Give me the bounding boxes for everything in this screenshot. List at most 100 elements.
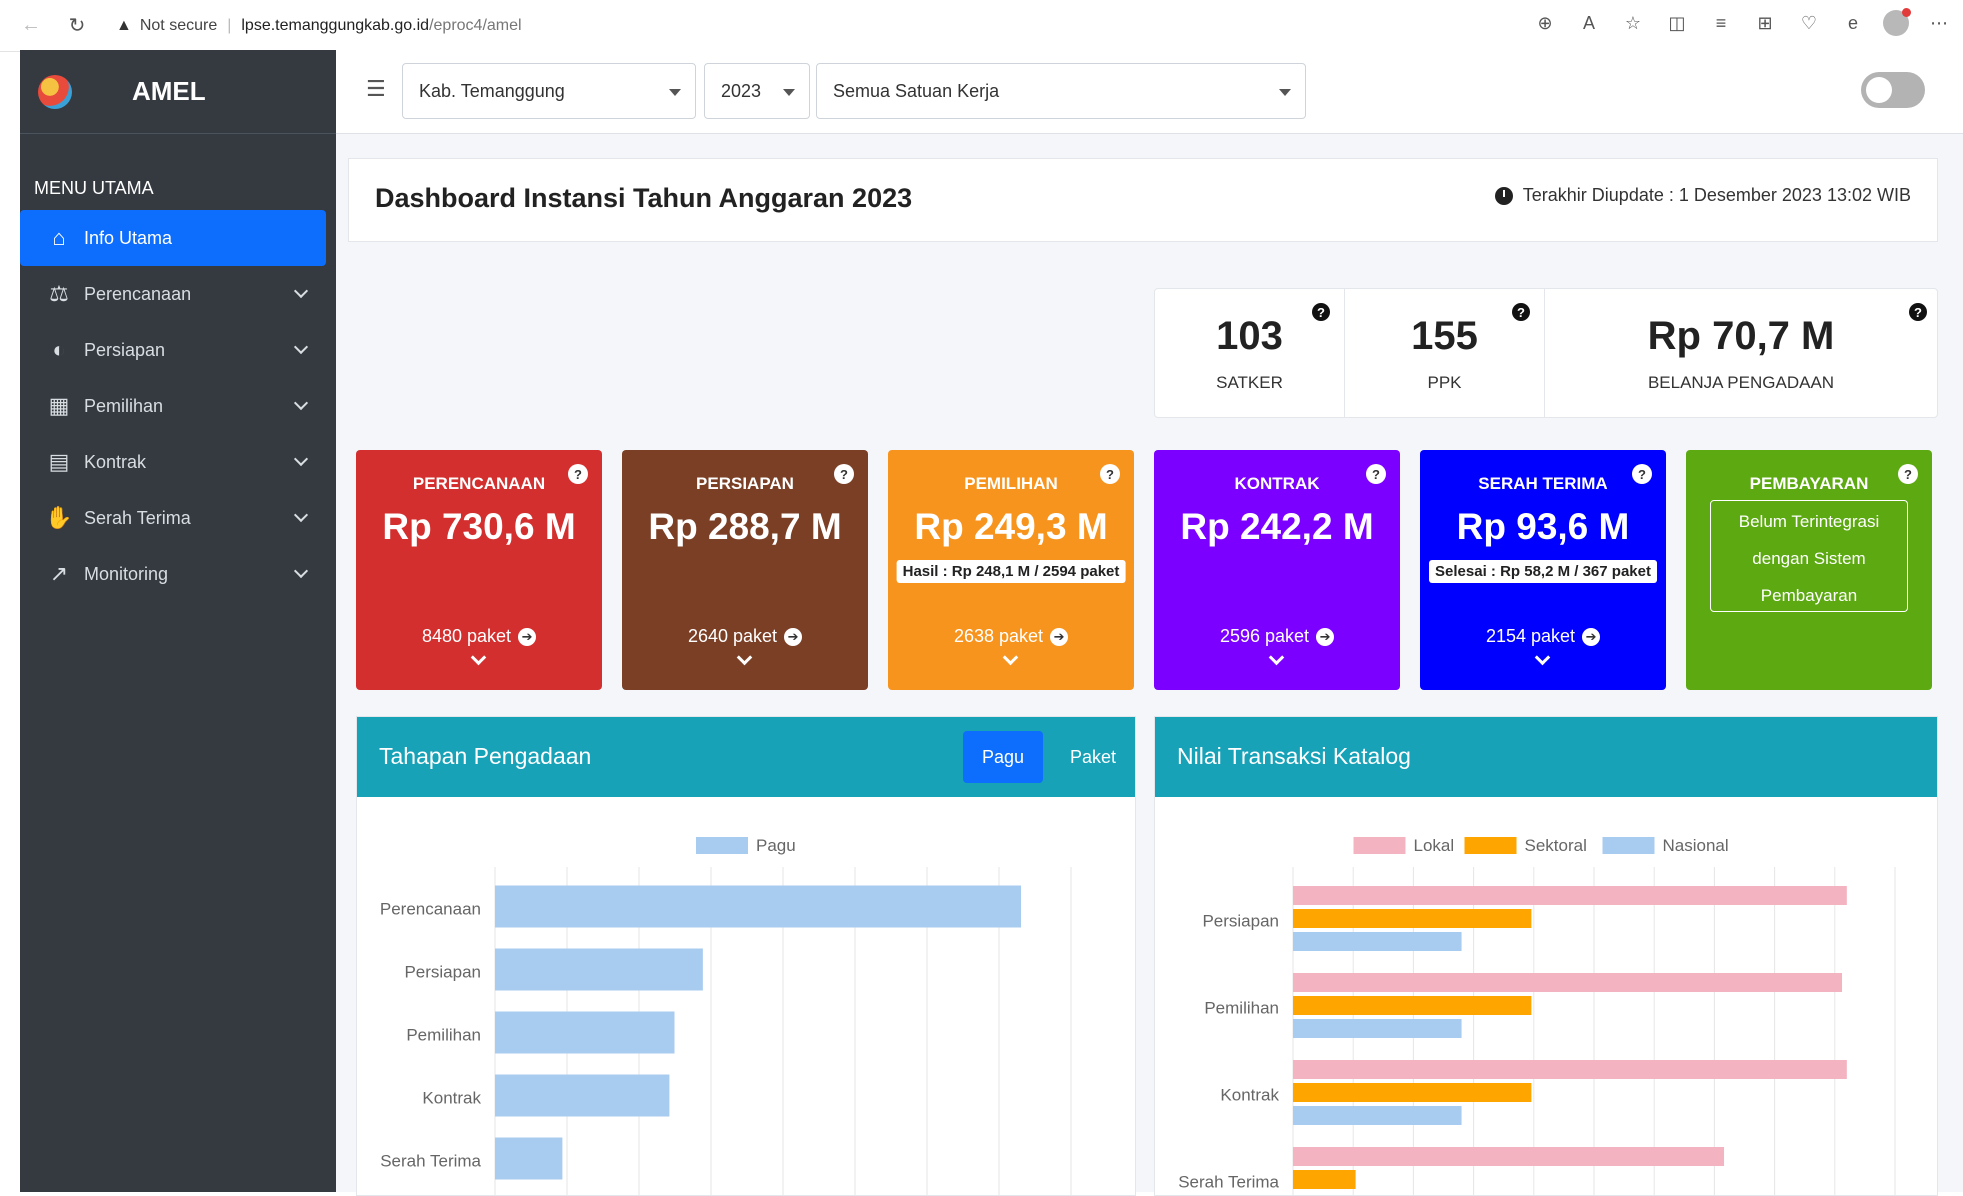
collections-icon[interactable]: ⊞ xyxy=(1751,9,1779,37)
tab-pagu[interactable]: Pagu xyxy=(963,731,1043,783)
favorites-list-icon[interactable]: ≡ xyxy=(1707,9,1735,37)
hamburger-menu-icon[interactable]: ☰ xyxy=(366,76,386,102)
profile-avatar[interactable] xyxy=(1883,8,1911,36)
pembayaran-status-line: dengan Sistem xyxy=(1752,549,1866,568)
chevron-down-icon[interactable] xyxy=(1002,649,1019,666)
help-icon[interactable]: ? xyxy=(1909,303,1927,321)
tahapan-pengadaan-panel: Tahapan Pengadaan Pagu Paket Pagu Perenca… xyxy=(356,716,1136,1196)
zoom-icon[interactable]: ⊕ xyxy=(1531,9,1559,37)
brand[interactable]: AMEL xyxy=(20,50,336,134)
stat-label: PPK xyxy=(1427,372,1462,392)
satker-select-value: Semua Satuan Kerja xyxy=(833,80,1000,101)
stage-paket-link[interactable]: 2154 paket ➔ xyxy=(1420,626,1666,647)
chevron-down-icon[interactable] xyxy=(470,649,487,666)
tahun-select[interactable]: 2023 xyxy=(704,63,810,119)
sidebar-item-kontrak[interactable]: ▤ Kontrak xyxy=(20,434,326,490)
url-host: lpse.temanggungkab.go.id xyxy=(241,16,430,34)
category-label: Pemilihan xyxy=(1204,999,1279,1018)
calendar-check-icon: ▦ xyxy=(48,393,70,418)
handshake-icon: ✋ xyxy=(45,505,73,530)
pembayaran-status-line: Pembayaran xyxy=(1760,586,1858,605)
instansi-select[interactable]: Kab. Temanggung xyxy=(402,63,696,119)
extensions-icon[interactable]: ♡ xyxy=(1795,9,1823,37)
pembayaran-status-box: Belum Terintegrasi dengan Sistem Pembaya… xyxy=(1710,500,1908,612)
tab-paket[interactable]: Paket xyxy=(1053,731,1133,783)
bar xyxy=(1293,996,1532,1015)
bar xyxy=(1293,973,1843,992)
stage-title: PEMILIHAN xyxy=(964,474,1058,493)
sidebar-item-serah-terima[interactable]: ✋ Serah Terima xyxy=(20,490,326,546)
sidebar-item-info-utama[interactable]: ⌂ Info Utama xyxy=(20,210,326,266)
sidebar: AMEL MENU UTAMA ⌂ Info Utama ⚖ Perencana… xyxy=(20,50,336,1192)
chevron-down-icon[interactable] xyxy=(1268,649,1285,666)
stage-paket-link[interactable]: 2638 paket ➔ xyxy=(888,626,1134,647)
stage-card-pembayaran: ? PEMBAYARAN Belum Terintegrasi dengan S… xyxy=(1686,450,1932,690)
stage-title: PERENCANAAN xyxy=(412,474,546,493)
legend-label: Pagu xyxy=(756,836,796,855)
stage-card-persiapan[interactable]: ? PERSIAPAN Rp 288,7 M 2640 paket ➔ xyxy=(622,450,868,690)
legend-swatch xyxy=(696,837,748,854)
stage-paket-link[interactable]: 8480 paket ➔ xyxy=(356,626,602,647)
sidebar-item-label: Serah Terima xyxy=(84,507,191,528)
bar xyxy=(495,1137,563,1180)
stage-card-pemilihan[interactable]: ? PEMILIHAN Rp 249,3 M Hasil : Rp 248,1 … xyxy=(888,450,1134,690)
stage-card-perencanaan[interactable]: ? PERENCANAAN Rp 730,6 M 8480 paket ➔ xyxy=(356,450,602,690)
bar xyxy=(495,885,1022,928)
filter-bar: ☰ Kab. Temanggung 2023 Semua Satuan Kerj… xyxy=(336,50,1963,134)
brand-name: AMEL xyxy=(132,76,206,106)
sidebar-item-monitoring[interactable]: ↗ Monitoring xyxy=(20,546,326,602)
help-icon[interactable]: ? xyxy=(1512,303,1530,321)
bar xyxy=(1293,1106,1462,1125)
warning-icon: ▲ xyxy=(116,16,132,34)
stage-title: SERAH TERIMA xyxy=(1478,474,1608,493)
satker-select[interactable]: Semua Satuan Kerja xyxy=(816,63,1306,119)
browser-toolbar: ← ↻ ▲ Not secure | lpse.temanggungkab.go… xyxy=(0,0,1963,52)
legend-label: Lokal xyxy=(1414,836,1455,855)
home-icon: ⌂ xyxy=(52,225,66,250)
stat-value: 103 xyxy=(1216,313,1283,358)
category-label: Kontrak xyxy=(1220,1086,1279,1105)
back-icon[interactable]: ← xyxy=(14,9,48,43)
stage-paket-link[interactable]: 2640 paket ➔ xyxy=(622,626,868,647)
page-title: Dashboard Instansi Tahun Anggaran 2023 xyxy=(375,183,913,213)
stage-card-kontrak[interactable]: ? KONTRAK Rp 242,2 M 2596 paket ➔ xyxy=(1154,450,1400,690)
more-icon[interactable]: ⋯ xyxy=(1925,9,1953,37)
brand-logo xyxy=(38,74,72,109)
stage-paket: 2638 paket xyxy=(953,626,1044,646)
stage-value: Rp 242,2 M xyxy=(1180,506,1374,547)
edge-icon[interactable]: e xyxy=(1839,9,1867,37)
caret-down-icon xyxy=(669,89,681,96)
bar xyxy=(1293,1147,1725,1166)
stage-paket-link[interactable]: 2596 paket ➔ xyxy=(1154,626,1400,647)
stage-paket: 8480 paket xyxy=(421,626,512,646)
stage-card-serah-terima[interactable]: ? SERAH TERIMA Rp 93,6 M Selesai : Rp 58… xyxy=(1420,450,1666,690)
theme-toggle[interactable] xyxy=(1861,72,1925,108)
stat-satker: ? 103 SATKER xyxy=(1155,289,1345,417)
favorite-star-icon[interactable]: ☆ xyxy=(1619,9,1647,37)
arrow-right-circle-icon: ➔ xyxy=(1050,628,1069,647)
category-label: Serah Terima xyxy=(1178,1173,1279,1192)
address-bar[interactable]: ▲ Not secure | lpse.temanggungkab.go.id … xyxy=(116,9,1616,43)
sidebar-item-persiapan[interactable]: ◐ Persiapan xyxy=(20,322,326,378)
stat-value: 155 xyxy=(1411,313,1478,358)
last-updated: Terakhir Diupdate : 1 Desember 2023 13:0… xyxy=(1494,185,1911,206)
stage-note: Hasil : Rp 248,1 M / 2594 paket xyxy=(896,560,1126,583)
sidebar-item-label: Perencanaan xyxy=(84,283,192,304)
sidebar-item-perencanaan[interactable]: ⚖ Perencanaan xyxy=(20,266,326,322)
category-label: Persiapan xyxy=(1202,912,1279,931)
chevron-down-icon xyxy=(293,507,309,523)
read-aloud-icon[interactable]: A xyxy=(1575,9,1603,37)
help-icon[interactable]: ? xyxy=(1312,303,1330,321)
chevron-down-icon[interactable] xyxy=(736,649,753,666)
sidebar-item-pemilihan[interactable]: ▦ Pemilihan xyxy=(20,378,326,434)
bar xyxy=(495,1011,675,1054)
address-separator: | xyxy=(227,16,232,34)
bar xyxy=(1293,1170,1356,1189)
split-screen-icon[interactable]: ◫ xyxy=(1663,9,1691,37)
half-circle-icon: ◐ xyxy=(52,337,66,362)
stage-paket: 2154 paket xyxy=(1485,626,1576,646)
chart-line-icon: ↗ xyxy=(49,561,69,586)
chevron-down-icon[interactable] xyxy=(1534,649,1551,666)
clock-icon xyxy=(1494,186,1513,205)
reload-icon[interactable]: ↻ xyxy=(60,9,94,43)
